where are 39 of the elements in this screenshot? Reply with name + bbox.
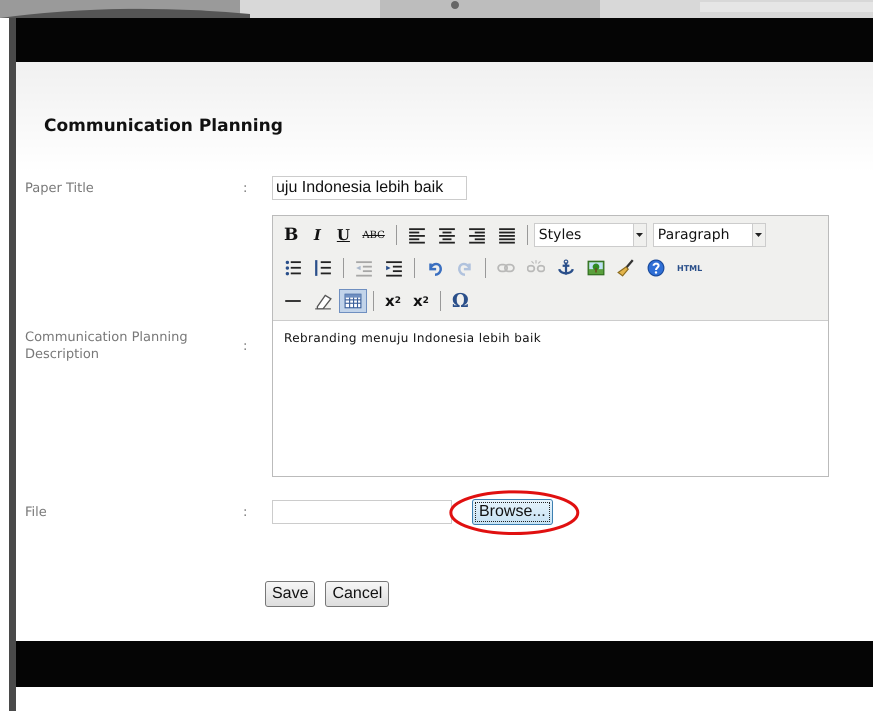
outdent-icon [355, 259, 373, 277]
caret-icon [636, 233, 644, 237]
format-button[interactable]: B [279, 223, 304, 247]
format-dropdown[interactable]: Paragraph [652, 223, 766, 247]
brush-icon [617, 259, 635, 277]
table-icon [344, 292, 362, 310]
format-button[interactable]: Ω [446, 289, 474, 313]
field-label: File [25, 504, 48, 520]
file-path-field[interactable] [272, 500, 452, 524]
caret-icon [755, 233, 762, 237]
format-button[interactable]: ABC [357, 223, 390, 247]
browse-button[interactable]: Browse... [472, 499, 553, 525]
indent-icon [385, 259, 403, 277]
numbered-list-icon [314, 259, 332, 277]
format-button[interactable]: x$^{2}$ [408, 289, 434, 313]
format-button[interactable]: HTML [672, 256, 708, 280]
format-dropdown[interactable]: Styles [534, 223, 647, 247]
help-icon [647, 259, 665, 277]
horizontal-line-icon [284, 299, 302, 303]
toolbar-button[interactable] [339, 289, 367, 313]
title-input[interactable]: uju Indonesia lebih baik [272, 176, 467, 200]
colon: : [243, 504, 248, 520]
colon: : [243, 180, 248, 196]
anchor-icon [557, 259, 575, 277]
field-label: Paper Title [25, 180, 95, 196]
page-title: Communication Planning [44, 116, 284, 136]
bullet-list-icon [284, 259, 302, 277]
format-button[interactable]: U [331, 223, 356, 247]
image-icon [587, 259, 605, 277]
eraser-icon [314, 292, 332, 310]
align-left-icon [408, 226, 426, 244]
colon: : [243, 338, 248, 354]
align-right-icon [468, 226, 486, 244]
form-button[interactable]: Save [265, 581, 316, 607]
format-button[interactable]: I [305, 223, 330, 247]
justify-icon [498, 226, 516, 244]
align-center-icon [438, 226, 456, 244]
form-button[interactable]: Cancel [325, 581, 390, 607]
field-label: Communication Planning Description [25, 329, 189, 363]
